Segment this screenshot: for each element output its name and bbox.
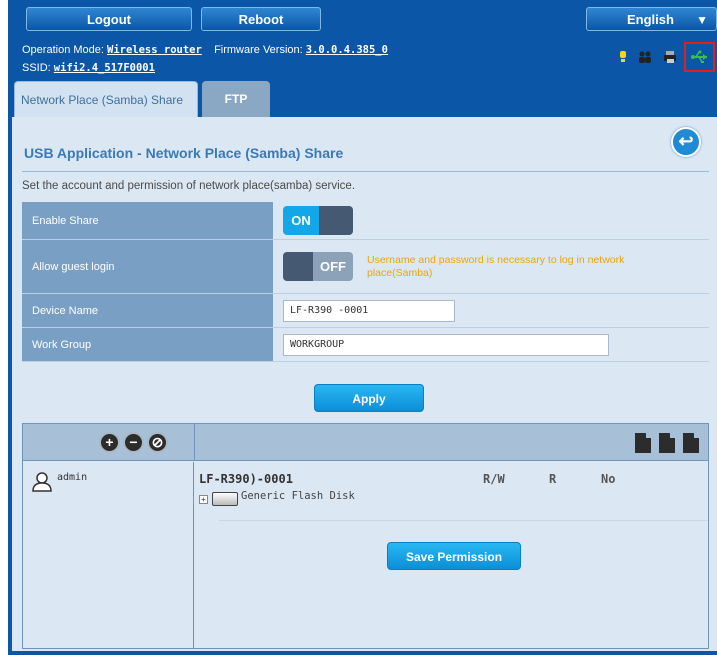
lightbulb-icon[interactable] bbox=[616, 50, 630, 64]
work-group-row: Work Group WORKGROUP bbox=[22, 328, 709, 362]
chevron-down-icon: ▼ bbox=[696, 13, 708, 27]
enable-share-toggle[interactable]: ON bbox=[283, 206, 353, 235]
firmware-label: Firmware Version: bbox=[214, 44, 303, 56]
disk-item[interactable]: + Generic Flash Disk bbox=[199, 490, 355, 506]
ssid-line: SSID: wifi2.4_517F0001 bbox=[22, 62, 155, 74]
disk-name: Generic Flash Disk bbox=[241, 490, 355, 502]
usb-highlight-box[interactable] bbox=[684, 42, 715, 72]
operation-mode-link[interactable]: Wireless router bbox=[107, 44, 202, 56]
work-group-input[interactable]: WORKGROUP bbox=[283, 333, 609, 356]
page-description: Set the account and permission of networ… bbox=[22, 180, 356, 192]
content-panel: USB Application - Network Place (Samba) … bbox=[12, 117, 717, 651]
modify-folder-icon[interactable] bbox=[683, 433, 699, 453]
remove-user-icon[interactable]: − bbox=[123, 432, 144, 453]
column-r: R bbox=[549, 472, 557, 486]
column-no: No bbox=[601, 472, 616, 486]
permission-toolbar: + − ⊘ bbox=[23, 424, 708, 461]
printer-icon[interactable] bbox=[664, 50, 678, 64]
user-icon bbox=[32, 472, 52, 492]
device-name-heading: LF-R390)-0001 bbox=[199, 472, 293, 486]
enable-share-row: Enable Share ON bbox=[22, 202, 709, 240]
add-user-icon[interactable]: + bbox=[99, 432, 120, 453]
save-permission-button[interactable]: Save Permission bbox=[387, 542, 521, 570]
guest-login-toggle[interactable]: OFF bbox=[283, 252, 353, 281]
apply-button[interactable]: Apply bbox=[314, 384, 424, 412]
disk-icon bbox=[212, 492, 238, 506]
guest-login-label: Allow guest login bbox=[22, 240, 274, 293]
column-rw: R/W bbox=[483, 472, 505, 486]
title-divider bbox=[22, 171, 709, 172]
users-icon[interactable] bbox=[638, 50, 652, 64]
settings-table: Enable Share ON Allow guest login OFF Us… bbox=[22, 202, 709, 362]
tab-ftp-share[interactable]: FTP Share bbox=[202, 81, 270, 142]
user-list: admin bbox=[23, 462, 194, 648]
device-name-input[interactable]: LF-R390 -0001 bbox=[283, 299, 455, 322]
guest-login-note: Username and password is necessary to lo… bbox=[367, 253, 625, 279]
language-value: English bbox=[627, 12, 674, 27]
ssid-label: SSID: bbox=[22, 62, 51, 74]
device-name-label: Device Name bbox=[22, 294, 274, 327]
page-title: USB Application - Network Place (Samba) … bbox=[24, 145, 344, 161]
edit-user-icon[interactable]: ⊘ bbox=[147, 432, 168, 453]
user-item-admin[interactable]: admin bbox=[31, 472, 87, 492]
back-icon[interactable]: ↩ bbox=[671, 127, 701, 157]
status-line: Operation Mode: Wireless router Firmware… bbox=[22, 44, 388, 56]
usb-icon bbox=[691, 50, 707, 63]
router-frame: Logout Reboot English ▼ Operation Mode: … bbox=[8, 0, 717, 655]
tab-samba-share[interactable]: Network Place (Samba) Share bbox=[14, 81, 198, 117]
expand-icon[interactable]: + bbox=[199, 494, 208, 504]
guest-login-row: Allow guest login OFF Username and passw… bbox=[22, 240, 709, 294]
permission-panel: + − ⊘ admin LF-R390)-0001 R/W R No + Gen… bbox=[22, 423, 709, 649]
device-name-row: Device Name LF-R390 -0001 bbox=[22, 294, 709, 328]
user-name: admin bbox=[57, 472, 88, 483]
reboot-button[interactable]: Reboot bbox=[201, 7, 321, 31]
language-select[interactable]: English ▼ bbox=[586, 7, 717, 31]
ssid-link[interactable]: wifi2.4_517F0001 bbox=[54, 62, 155, 74]
add-folder-icon[interactable] bbox=[635, 433, 651, 453]
work-group-label: Work Group bbox=[22, 328, 274, 361]
logout-button[interactable]: Logout bbox=[26, 7, 192, 31]
firmware-link[interactable]: 3.0.0.4.385_0 bbox=[306, 44, 388, 56]
mode-label: Operation Mode: bbox=[22, 44, 104, 56]
delete-folder-icon[interactable] bbox=[659, 433, 675, 453]
enable-share-label: Enable Share bbox=[22, 202, 274, 239]
